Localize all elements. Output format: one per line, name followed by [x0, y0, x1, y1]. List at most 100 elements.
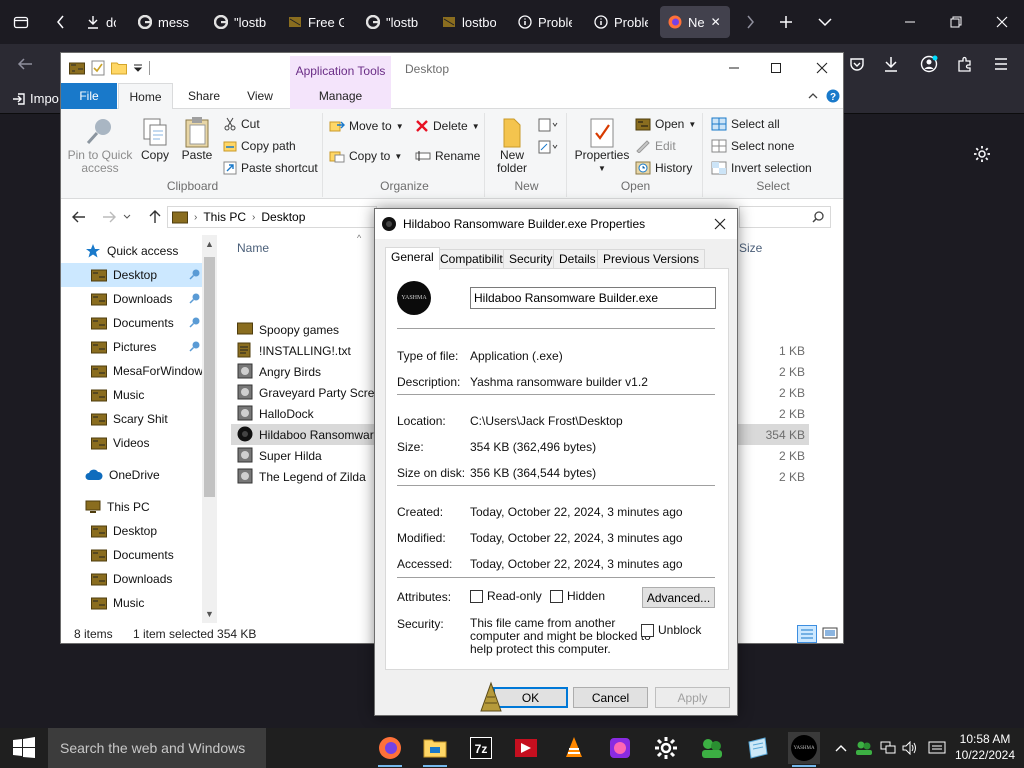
extensions-button[interactable] [954, 44, 976, 84]
explorer-back-button[interactable] [69, 205, 89, 229]
browser-tab[interactable]: "lostb [358, 6, 428, 38]
select-all-button[interactable]: Select all [711, 117, 780, 131]
paste-button[interactable]: Paste [177, 115, 217, 162]
navigation-scrollbar[interactable]: ▲ ▼ [202, 235, 217, 623]
explorer-minimize-button[interactable] [719, 53, 749, 83]
nav-item[interactable]: Documents [61, 311, 203, 335]
taskbar-app-notepad[interactable] [742, 732, 774, 764]
up-button[interactable] [145, 205, 165, 229]
import-bookmarks-button[interactable]: Impo [12, 91, 59, 106]
taskbar-firefox[interactable] [374, 732, 406, 767]
app-menu-button[interactable] [990, 44, 1012, 84]
copy-to-button[interactable]: Copy to ▼ [329, 149, 402, 163]
delete-button[interactable]: Delete ▼ [415, 119, 480, 133]
tab-share[interactable]: Share [177, 83, 231, 109]
taskbar-app-red[interactable] [510, 732, 542, 764]
unblock-checkbox[interactable]: Unblock [641, 623, 701, 637]
nav-item[interactable]: Pictures [61, 335, 203, 359]
new-tab-button[interactable] [776, 0, 796, 44]
tab-home[interactable]: Home [118, 83, 173, 110]
edit-button[interactable]: Edit [635, 139, 676, 153]
explorer-maximize-button[interactable] [761, 53, 791, 83]
address-bar[interactable]: › This PC › Desktop [167, 206, 377, 228]
tab-view[interactable]: View [235, 83, 285, 109]
browser-tab[interactable]: mess [130, 6, 200, 38]
new-folder-button[interactable]: New folder [491, 117, 533, 175]
rename-button[interactable]: Rename [415, 149, 480, 163]
easy-access-button[interactable] [537, 139, 559, 155]
pocket-button[interactable] [846, 44, 868, 84]
taskbar-vlc[interactable] [558, 732, 590, 764]
advanced-button[interactable]: Advanced... [642, 587, 715, 608]
nav-item[interactable]: Scary Shit [61, 407, 203, 431]
hidden-checkbox[interactable]: Hidden [550, 589, 605, 603]
readonly-checkbox[interactable]: Read-only [470, 589, 542, 603]
tabs-scroll-left[interactable] [50, 0, 72, 44]
tab-previous-versions[interactable]: Previous Versions [597, 249, 706, 269]
browser-tab[interactable]: down [78, 6, 124, 38]
customize-toolbar-icon[interactable] [133, 63, 143, 73]
start-button[interactable] [0, 728, 48, 768]
scroll-down-icon[interactable]: ▼ [205, 609, 214, 619]
search-input[interactable] [739, 206, 831, 228]
taskbar-7zip[interactable]: 7z [465, 732, 497, 764]
readonly-checkbox-box[interactable] [470, 589, 483, 603]
show-hidden-icons-button[interactable] [832, 728, 850, 768]
properties-quick-icon[interactable] [91, 60, 105, 76]
taskbar-app-green[interactable] [696, 732, 728, 764]
large-icons-view-button[interactable] [821, 625, 841, 643]
tab-security[interactable]: Security [503, 249, 559, 269]
column-header-size[interactable]: Size [739, 241, 762, 255]
nav-item[interactable]: Videos [61, 431, 203, 455]
apply-button[interactable]: Apply [655, 687, 730, 708]
details-view-button[interactable] [797, 625, 817, 643]
cut-button[interactable]: Cut [223, 117, 260, 131]
collapse-ribbon-button[interactable] [805, 83, 821, 109]
browser-tab[interactable]: lostbo [434, 6, 504, 38]
nav-item[interactable]: Music [61, 591, 203, 615]
nav-item[interactable]: Desktop [61, 263, 203, 287]
network-button[interactable] [878, 728, 898, 768]
nav-item[interactable]: This PC [61, 495, 203, 519]
tabs-scroll-right[interactable] [740, 0, 760, 44]
tray-app-button[interactable] [854, 728, 874, 768]
paste-shortcut-button[interactable]: Paste shortcut [223, 161, 318, 175]
nav-item[interactable]: Desktop [61, 519, 203, 543]
copy-path-button[interactable]: Copy path [223, 139, 296, 153]
filename-input[interactable]: Hildaboo Ransomware Builder.exe [470, 287, 716, 309]
nav-item[interactable]: Downloads [61, 567, 203, 591]
taskbar-file-explorer[interactable] [419, 732, 451, 767]
back-button[interactable] [12, 44, 38, 84]
invert-selection-button[interactable]: Invert selection [711, 161, 812, 175]
input-indicator-button[interactable] [926, 728, 948, 768]
browser-tab[interactable]: "lostb [206, 6, 274, 38]
account-button[interactable] [918, 44, 940, 84]
column-header-name[interactable]: Name [237, 241, 269, 255]
new-tab-settings-button[interactable] [970, 140, 994, 168]
pin-to-quick-access-button[interactable]: Pin to Quick access [65, 115, 135, 175]
tab-details[interactable]: Details [553, 249, 602, 269]
recent-locations-button[interactable] [121, 205, 133, 229]
taskbar-search-box[interactable]: Search the web and Windows [48, 728, 266, 768]
close-tab-icon[interactable]: ✕ [711, 15, 721, 29]
help-button[interactable]: ? [825, 83, 841, 109]
new-folder-quick-icon[interactable] [111, 61, 127, 75]
explorer-close-button[interactable] [807, 53, 837, 83]
tab-general[interactable]: General [385, 247, 440, 270]
nav-item[interactable]: Documents [61, 543, 203, 567]
taskbar-yashma[interactable]: YASHMA [788, 732, 820, 767]
nav-item[interactable]: MesaForWindow [61, 359, 203, 383]
nav-item[interactable]: Music [61, 383, 203, 407]
system-clock[interactable]: 10:58 AM 10/22/2024 [954, 731, 1016, 763]
unblock-checkbox-box[interactable] [641, 623, 654, 637]
browser-tab[interactable]: Proble [586, 6, 656, 38]
copy-button[interactable]: Copy [137, 115, 173, 162]
taskbar-settings[interactable] [650, 732, 682, 764]
list-all-tabs-button[interactable] [815, 0, 835, 44]
move-to-button[interactable]: Move to ▼ [329, 119, 404, 133]
breadcrumb-this-pc[interactable]: This PC [203, 210, 246, 224]
taskbar-app-purple[interactable] [604, 732, 636, 764]
downloads-button[interactable] [880, 44, 902, 84]
tab-overview-button[interactable] [8, 0, 34, 44]
history-button[interactable]: History [635, 161, 692, 175]
